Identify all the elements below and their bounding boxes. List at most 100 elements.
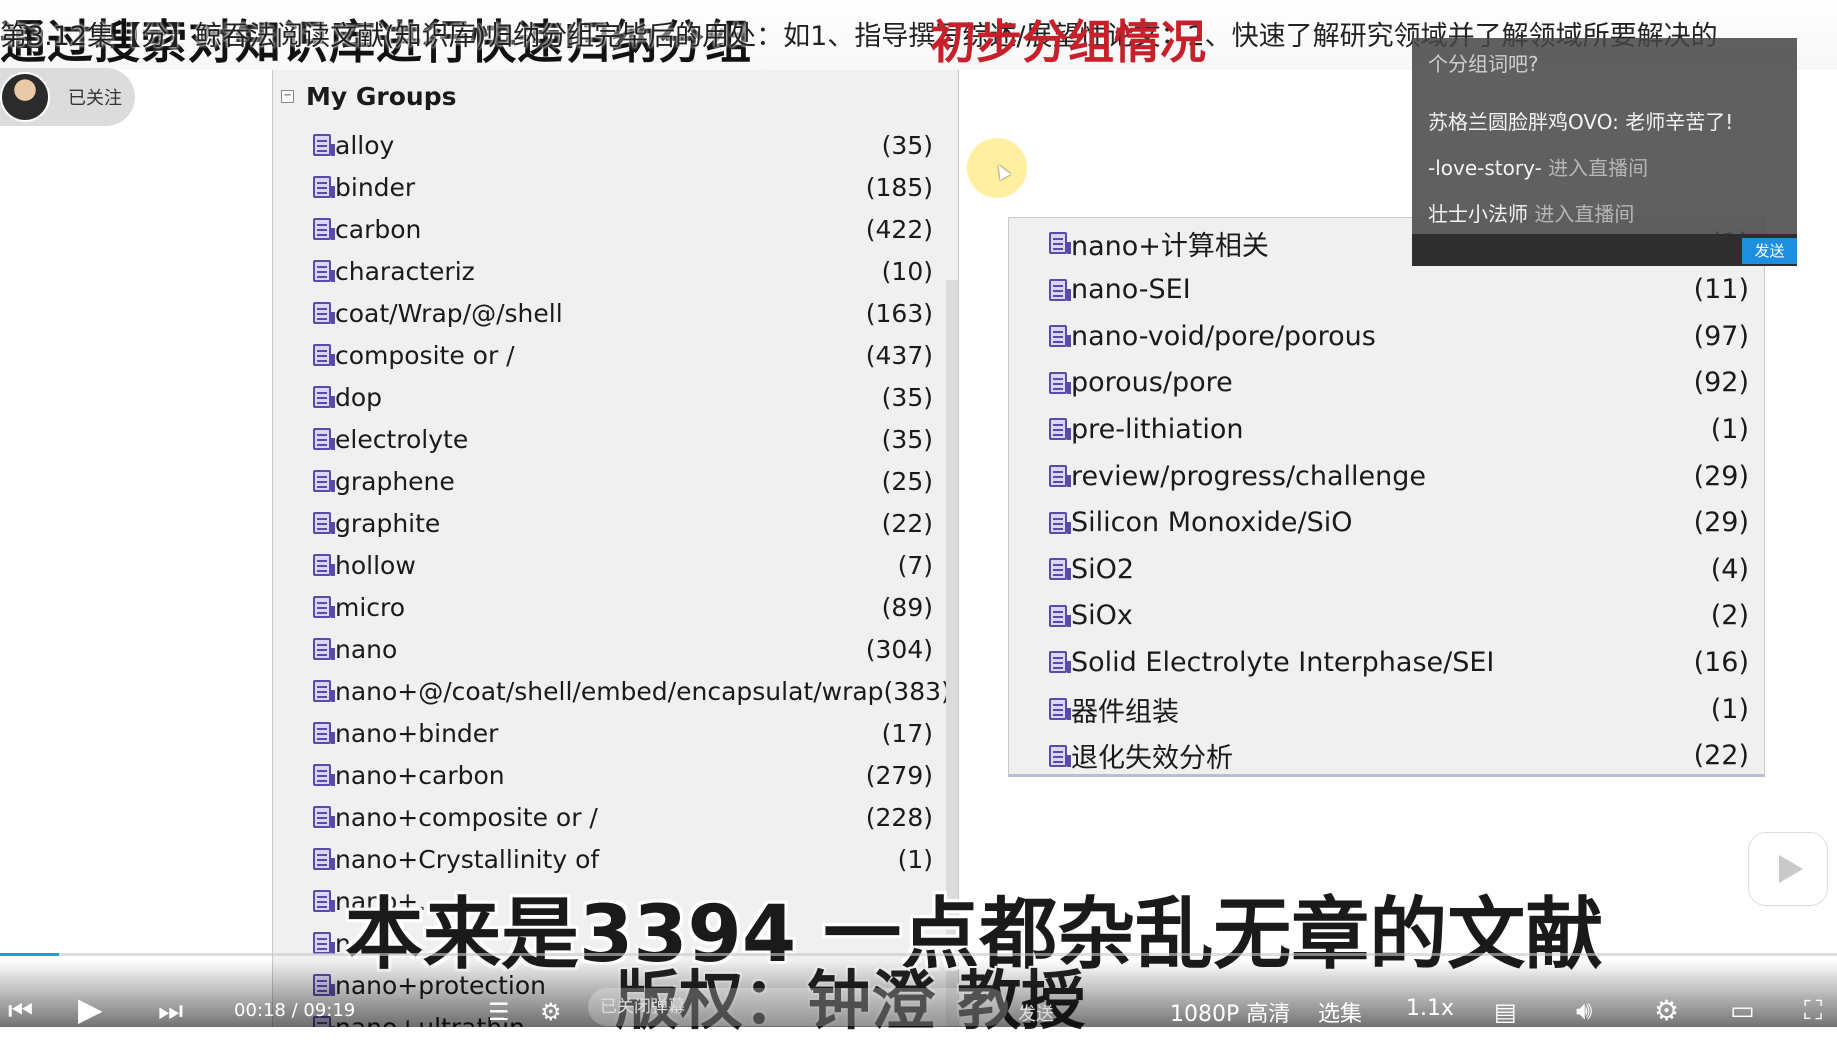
subgroup-item[interactable]: review/progress/challenge (29) xyxy=(1049,453,1749,499)
floating-play-icon[interactable] xyxy=(1748,832,1828,906)
subgroup-count: (2) xyxy=(1710,600,1749,632)
subgroup-item[interactable]: SiOx (2) xyxy=(1049,593,1749,639)
group-name: electrolyte xyxy=(335,424,469,454)
chat-text: 进入直播间 xyxy=(1541,156,1649,180)
settings-gear-icon[interactable]: ⚙ xyxy=(1654,994,1679,1027)
progress-bar[interactable] xyxy=(0,953,1837,956)
group-count: (185) xyxy=(865,172,933,202)
speed-selector[interactable]: 1.1x xyxy=(1406,996,1454,1021)
avatar[interactable] xyxy=(0,72,50,122)
group-item[interactable]: micro (89) xyxy=(313,586,933,628)
fullscreen-icon[interactable]: ⛶ xyxy=(1804,996,1822,1027)
chat-input[interactable] xyxy=(1412,234,1797,266)
group-folder-icon xyxy=(313,344,335,366)
group-item[interactable]: nano (304) xyxy=(313,628,933,670)
group-count: (383) xyxy=(883,676,951,706)
group-folder-icon xyxy=(313,302,335,324)
group-folder-icon xyxy=(313,218,335,240)
group-folder-icon xyxy=(1049,371,1071,394)
group-item[interactable]: graphite (22) xyxy=(313,502,933,544)
group-name: nano+composite or / xyxy=(335,802,598,832)
group-item[interactable]: dop (35) xyxy=(313,376,933,418)
subtitle-icon[interactable]: ▤ xyxy=(1494,998,1517,1026)
group-folder-icon xyxy=(313,428,335,450)
subgroup-item[interactable]: Silicon Monoxide/SiO (29) xyxy=(1049,500,1749,546)
quality-selector[interactable]: 1080P 高清 xyxy=(1170,996,1290,1028)
chat-message: -love-story- 进入直播间 xyxy=(1428,152,1648,181)
group-folder-icon xyxy=(313,512,335,534)
group-name: graphene xyxy=(335,466,455,496)
group-item[interactable]: binder (185) xyxy=(313,166,933,208)
group-folder-icon xyxy=(313,764,335,786)
group-item[interactable]: composite or / (437) xyxy=(313,334,933,376)
subgroup-item[interactable]: nano-SEI (11) xyxy=(1049,267,1749,313)
group-folder-icon xyxy=(313,848,335,870)
group-name: hollow xyxy=(335,550,416,580)
group-count: (228) xyxy=(865,802,933,832)
chat-send-button[interactable]: 发送 xyxy=(1742,238,1797,264)
danmu-settings-icon[interactable]: ⚙ xyxy=(540,998,562,1026)
group-count: (25) xyxy=(881,466,933,496)
next-icon[interactable]: ⏭ xyxy=(158,994,183,1028)
group-item[interactable]: nano+carbon (279) xyxy=(313,754,933,796)
group-item[interactable]: nano+binder (17) xyxy=(313,712,933,754)
subgroup-name: nano-SEI xyxy=(1071,274,1191,306)
subgroup-item[interactable]: nano-void/pore/porous (97) xyxy=(1049,313,1749,359)
group-count: (10) xyxy=(881,256,933,286)
group-item[interactable]: nano+composite or / (228) xyxy=(313,796,933,838)
subgroup-item[interactable]: 器件组装 (1) xyxy=(1049,686,1749,732)
group-item[interactable]: hollow (7) xyxy=(313,544,933,586)
subgroup-name: Solid Electrolyte Interphase/SEI xyxy=(1071,646,1495,678)
group-folder-icon xyxy=(1049,651,1071,674)
group-name: characteriz xyxy=(335,256,475,286)
group-count: (279) xyxy=(865,760,933,790)
follow-button[interactable]: 已关注 xyxy=(0,68,135,126)
subgroup-item[interactable]: porous/pore (92) xyxy=(1049,360,1749,406)
volume-icon[interactable]: 🔊︎ xyxy=(1576,996,1592,1027)
group-folder-icon xyxy=(313,638,335,660)
group-item[interactable]: nano+@/coat/shell/embed/encapsulat/wrap(… xyxy=(313,670,951,712)
danmu-toggle-icon[interactable]: ☰ xyxy=(488,998,510,1026)
episodes-button[interactable]: 选集 xyxy=(1318,996,1362,1028)
group-name: carbon xyxy=(335,214,422,244)
collapse-icon[interactable]: − xyxy=(281,89,294,103)
group-name: micro xyxy=(335,592,406,622)
group-name: composite or / xyxy=(335,340,515,370)
group-item[interactable]: alloy (35) xyxy=(313,124,933,166)
follow-label: 已关注 xyxy=(68,88,122,109)
play-icon[interactable]: ▶ xyxy=(78,990,103,1028)
group-folder-icon xyxy=(313,260,335,282)
group-item[interactable]: carbon (422) xyxy=(313,208,933,250)
group-count: (437) xyxy=(865,340,933,370)
group-folder-icon xyxy=(313,932,335,954)
group-count: (304) xyxy=(865,634,933,664)
group-folder-icon xyxy=(1049,418,1071,441)
group-folder-icon xyxy=(313,134,335,156)
subgroup-item[interactable]: 退化失效分析 (22) xyxy=(1049,733,1749,779)
subgroup-item[interactable]: pre-lithiation (1) xyxy=(1049,406,1749,452)
group-item[interactable]: coat/Wrap/@/shell (163) xyxy=(313,292,933,334)
group-folder-icon xyxy=(1049,604,1071,627)
danmu-input[interactable]: 已关闭弹幕 xyxy=(588,988,1008,1026)
group-item[interactable]: characteriz (10) xyxy=(313,250,933,292)
subgroup-name: 退化失效分析 xyxy=(1071,743,1233,775)
pip-icon[interactable]: ▭ xyxy=(1730,996,1755,1026)
group-folder-icon xyxy=(1049,744,1071,767)
group-name: nano+carbon xyxy=(335,760,505,790)
group-name: coat/Wrap/@/shell xyxy=(335,298,563,328)
group-item[interactable]: graphene (25) xyxy=(313,460,933,502)
danmu-send-button[interactable]: 发送 xyxy=(1018,1000,1054,1026)
time-display: 00:18 / 09:19 xyxy=(234,1000,356,1021)
subgroup-count: (92) xyxy=(1693,367,1749,399)
subgroup-item[interactable]: Solid Electrolyte Interphase/SEI (16) xyxy=(1049,639,1749,685)
group-item[interactable]: electrolyte (35) xyxy=(313,418,933,460)
my-groups-header[interactable]: − My Groups xyxy=(281,78,456,114)
group-folder-icon xyxy=(313,680,335,702)
subgroup-item[interactable]: SiO2 (4) xyxy=(1049,546,1749,592)
subgroup-name: SiO2 xyxy=(1071,553,1135,585)
group-folder-icon xyxy=(1049,325,1071,348)
chat-message: 个分组词吧? xyxy=(1428,52,1539,76)
group-name: graphite xyxy=(335,508,441,538)
previous-icon[interactable]: ⏮ xyxy=(8,994,33,1028)
group-count: (7) xyxy=(897,550,933,580)
